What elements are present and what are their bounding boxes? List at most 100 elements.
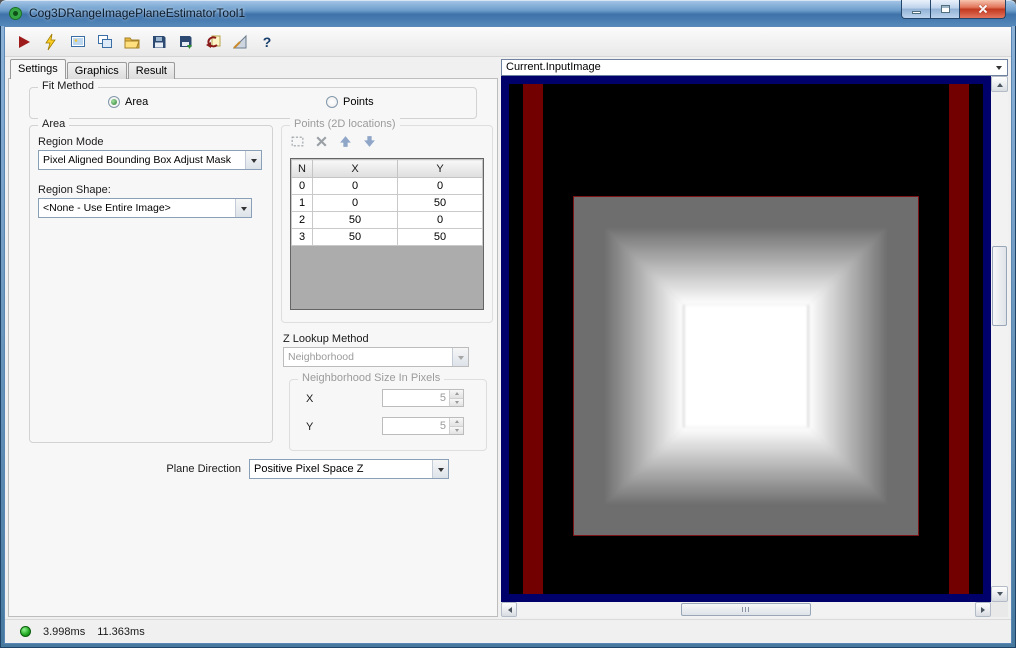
help-button[interactable]: ? xyxy=(255,30,279,54)
region-shape-value: <None - Use Entire Image> xyxy=(43,202,171,214)
image-display-pane: Current.InputImage xyxy=(501,59,1008,617)
cell-row-index[interactable]: 2 xyxy=(291,211,313,229)
vertical-scroll-thumb[interactable] xyxy=(992,246,1007,326)
app-icon xyxy=(9,6,22,20)
maximize-button[interactable] xyxy=(931,0,960,19)
spinner-buttons xyxy=(449,418,463,434)
help-icon: ? xyxy=(262,33,272,50)
range-stripe-right xyxy=(949,84,969,594)
table-row: 0 0 0 xyxy=(291,177,483,195)
spin-down-icon[interactable] xyxy=(450,426,463,434)
delete-point-icon[interactable] xyxy=(314,134,329,149)
cell-row-index[interactable]: 3 xyxy=(291,228,313,246)
spin-down-icon[interactable] xyxy=(450,398,463,406)
radio-points[interactable]: Points xyxy=(326,96,374,108)
horizontal-scroll-thumb[interactable] xyxy=(681,603,811,616)
tab-result[interactable]: Result xyxy=(127,62,175,79)
move-up-icon[interactable] xyxy=(338,134,353,149)
close-icon xyxy=(977,4,989,14)
range-square xyxy=(573,196,919,536)
close-button[interactable] xyxy=(960,0,1006,19)
z-lookup-label: Z Lookup Method xyxy=(283,333,369,345)
neighborhood-size-group: Neighborhood Size In Pixels X 5 Y 5 xyxy=(289,372,487,451)
radio-area[interactable]: Area xyxy=(108,96,148,108)
measure-icon xyxy=(232,34,247,49)
neighborhood-group-label: Neighborhood Size In Pixels xyxy=(298,372,445,384)
chevron-down-icon[interactable] xyxy=(235,199,251,217)
save-image-button[interactable] xyxy=(174,30,198,54)
chevron-down-icon[interactable] xyxy=(245,151,261,169)
cell-y[interactable]: 0 xyxy=(397,211,483,229)
tool-edit-control: Settings Graphics Result Fit Method Area… xyxy=(8,59,498,617)
cell-y[interactable]: 50 xyxy=(397,194,483,212)
statusbar: 3.998ms 11.363ms xyxy=(5,619,1011,643)
table-row: 3 50 50 xyxy=(291,228,483,246)
radio-points-label: Points xyxy=(343,96,374,108)
tab-settings[interactable]: Settings xyxy=(10,59,66,79)
column-header-n[interactable]: N xyxy=(291,159,313,178)
chevron-down-icon[interactable] xyxy=(432,460,448,478)
neighborhood-x-spinner[interactable]: 5 xyxy=(382,389,464,407)
region-shape-combo[interactable]: <None - Use Entire Image> xyxy=(38,198,252,218)
titlebar[interactable]: Cog3DRangeImagePlaneEstimatorTool1 xyxy=(0,0,1016,26)
scroll-down-icon[interactable] xyxy=(991,586,1008,602)
z-lookup-value: Neighborhood xyxy=(288,351,354,363)
cell-row-index[interactable]: 1 xyxy=(291,194,313,212)
move-down-icon[interactable] xyxy=(362,134,377,149)
total-time: 11.363ms xyxy=(97,625,145,638)
cell-y[interactable]: 0 xyxy=(397,177,483,195)
scroll-right-icon[interactable] xyxy=(975,602,991,617)
cell-x[interactable]: 50 xyxy=(312,228,398,246)
scroll-left-icon[interactable] xyxy=(501,602,517,617)
neighborhood-y-spinner[interactable]: 5 xyxy=(382,417,464,435)
cell-x[interactable]: 50 xyxy=(312,211,398,229)
add-point-marquee-icon[interactable] xyxy=(290,134,305,149)
cell-row-index[interactable]: 0 xyxy=(291,177,313,195)
image-display-button[interactable] xyxy=(66,30,90,54)
cell-x[interactable]: 0 xyxy=(312,177,398,195)
tab-graphics[interactable]: Graphics xyxy=(66,62,127,79)
chevron-down-icon[interactable] xyxy=(991,60,1007,75)
z-lookup-combo[interactable]: Neighborhood xyxy=(283,347,469,367)
open-icon xyxy=(124,37,140,48)
spin-up-icon[interactable] xyxy=(450,390,463,399)
float-window-button[interactable] xyxy=(93,30,117,54)
fit-method-group-label: Fit Method xyxy=(38,80,98,92)
region-mode-combo[interactable]: Pixel Aligned Bounding Box Adjust Mask xyxy=(38,150,262,170)
run-button[interactable] xyxy=(12,30,36,54)
client-area: ? Settings Graphics Result Fit Method Ar… xyxy=(4,26,1012,644)
radio-unselected-icon xyxy=(326,96,338,108)
points-group: Points (2D locations) N X Y 0 0 0 1 0 50… xyxy=(281,118,493,323)
measure-button[interactable] xyxy=(228,30,252,54)
reset-button[interactable] xyxy=(201,30,225,54)
vertical-scrollbar[interactable] xyxy=(991,76,1008,602)
column-header-x[interactable]: X xyxy=(312,159,398,178)
cell-x[interactable]: 0 xyxy=(312,194,398,212)
neighborhood-y-value: 5 xyxy=(439,420,446,432)
open-button[interactable] xyxy=(120,30,144,54)
live-run-button[interactable] xyxy=(39,30,63,54)
column-header-y[interactable]: Y xyxy=(397,159,483,178)
area-group: Area Region Mode Pixel Aligned Bounding … xyxy=(29,118,273,443)
image-window-icon xyxy=(71,35,85,47)
minimize-button[interactable] xyxy=(901,0,931,19)
range-stripe-left xyxy=(523,84,543,594)
maximize-icon xyxy=(940,5,950,13)
plane-direction-value: Positive Pixel Space Z xyxy=(254,463,364,475)
range-image-canvas[interactable] xyxy=(501,76,991,602)
image-source-combo[interactable]: Current.InputImage xyxy=(501,59,1008,76)
horizontal-scrollbar[interactable] xyxy=(501,602,991,617)
table-row: 1 0 50 xyxy=(291,194,483,212)
save-button[interactable] xyxy=(147,30,171,54)
neighborhood-x-label: X xyxy=(306,393,314,405)
scroll-up-icon[interactable] xyxy=(991,76,1008,92)
plane-direction-combo[interactable]: Positive Pixel Space Z xyxy=(249,459,449,479)
points-grid[interactable]: N X Y 0 0 0 1 0 50 2 50 0 3 50 50 xyxy=(290,158,484,310)
spinner-buttons xyxy=(449,390,463,406)
reset-icon xyxy=(206,35,221,48)
range-plateau xyxy=(683,304,809,428)
cell-y[interactable]: 50 xyxy=(397,228,483,246)
neighborhood-y-label: Y xyxy=(306,421,314,433)
spin-up-icon[interactable] xyxy=(450,418,463,427)
save-icon xyxy=(153,35,166,48)
